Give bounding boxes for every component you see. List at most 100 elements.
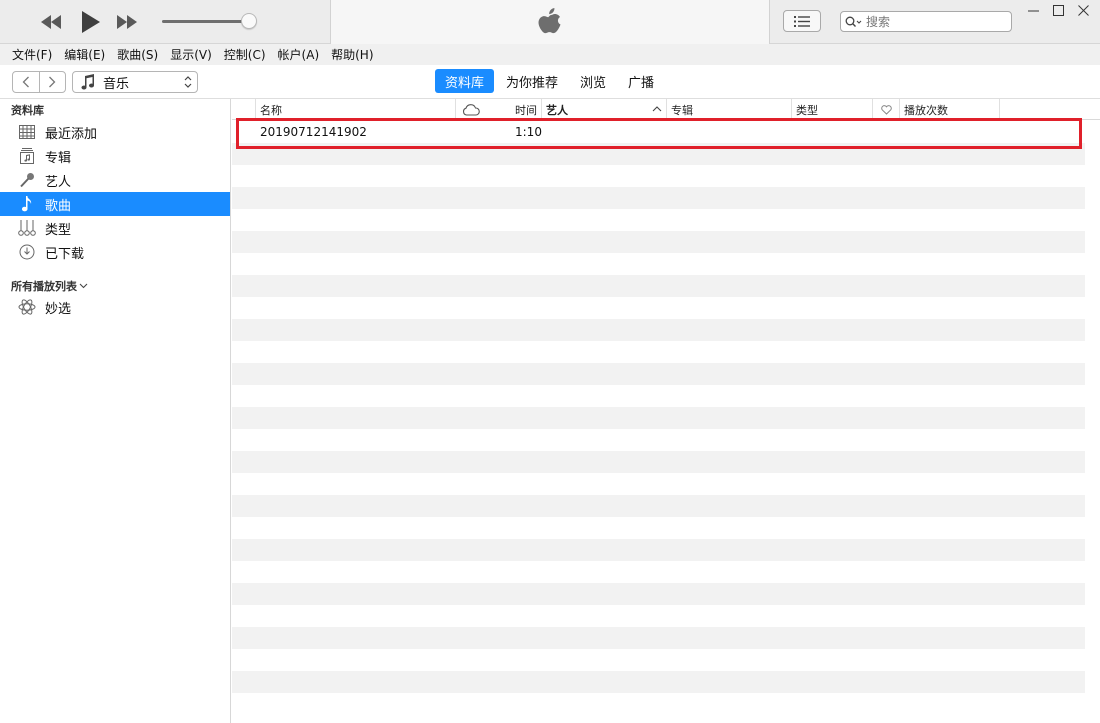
tab-browse[interactable]: 浏览: [570, 69, 616, 93]
music-note-icon: [18, 195, 36, 213]
volume-slider-knob[interactable]: [240, 13, 257, 29]
search-input[interactable]: [866, 14, 996, 29]
table-header: 名称 时间 艺人 专辑 类型 播放次数: [232, 99, 1100, 120]
search-box[interactable]: [840, 11, 1012, 32]
search-icon: [845, 16, 862, 27]
table-row-empty: [232, 253, 1085, 275]
songs-table: 名称 时间 艺人 专辑 类型 播放次数 20190712141902 1:10: [232, 99, 1100, 723]
column-header-album[interactable]: 专辑: [666, 99, 791, 120]
minimize-icon: [1027, 10, 1039, 11]
table-rows: 20190712141902 1:10: [232, 121, 1085, 715]
table-row-empty: [232, 539, 1085, 561]
navigation-bar: 音乐 资料库 为你推荐 浏览 广播: [0, 65, 1100, 99]
menu-song[interactable]: 歌曲(S): [111, 46, 164, 63]
forward-button[interactable]: [38, 72, 66, 92]
library-section-title: 资料库: [11, 104, 44, 117]
table-row-empty: [232, 297, 1085, 319]
table-row-empty: [232, 495, 1085, 517]
close-button[interactable]: [1071, 2, 1095, 18]
table-row-empty: [232, 143, 1085, 165]
sidebar-item-label: 类型: [45, 222, 72, 238]
sidebar-item-albums[interactable]: 专辑: [0, 144, 230, 168]
tab-for-you[interactable]: 为你推荐: [496, 69, 568, 93]
column-header-artist[interactable]: 艺人: [541, 99, 666, 120]
list-icon: [794, 15, 810, 27]
maximize-button[interactable]: [1046, 2, 1070, 18]
column-header-name[interactable]: 名称: [255, 99, 455, 120]
table-row-empty: [232, 605, 1085, 627]
menu-controls[interactable]: 控制(C): [218, 46, 272, 63]
table-row-empty: [232, 561, 1085, 583]
column-header-genre[interactable]: 类型: [791, 99, 872, 120]
sidebar-item-songs[interactable]: 歌曲: [0, 192, 230, 216]
chevron-down-icon: [79, 283, 88, 289]
sidebar-item-recently-added[interactable]: 最近添加: [0, 120, 230, 144]
sidebar-item-genres[interactable]: 类型: [0, 216, 230, 240]
song-time: 1:10: [515, 125, 542, 139]
sidebar-item-label: 专辑: [45, 150, 72, 166]
heart-icon: [880, 104, 892, 115]
fast-forward-icon: [117, 15, 137, 29]
chevron-left-icon: [22, 76, 29, 88]
playlists-section-title[interactable]: 所有播放列表: [11, 278, 88, 294]
menu-edit[interactable]: 编辑(E): [58, 46, 111, 63]
table-row-empty: [232, 451, 1085, 473]
table-row-empty: [232, 407, 1085, 429]
sidebar-item-label: 艺人: [45, 174, 72, 190]
now-playing-display: [330, 0, 770, 44]
table-row-empty: [232, 209, 1085, 231]
menu-view[interactable]: 显示(V): [164, 46, 218, 63]
media-type-label: 音乐: [103, 76, 130, 92]
table-row-empty: [232, 693, 1085, 715]
vertical-scrollbar[interactable]: [1085, 121, 1100, 723]
history-nav: [12, 71, 66, 93]
music-note-icon: [81, 74, 95, 90]
table-row-empty: [232, 275, 1085, 297]
sidebar-item-label: 最近添加: [45, 126, 98, 142]
rewind-button[interactable]: [38, 8, 64, 36]
column-header-time[interactable]: 时间: [485, 99, 540, 120]
microphone-icon: [18, 171, 36, 189]
menu-account[interactable]: 帐户(A): [272, 46, 326, 63]
menu-bar: 文件(F) 编辑(E) 歌曲(S) 显示(V) 控制(C) 帐户(A) 帮助(H…: [0, 44, 1100, 65]
column-header-plays[interactable]: 播放次数: [899, 99, 999, 120]
back-button[interactable]: [13, 72, 39, 92]
close-icon: [1077, 4, 1089, 16]
sidebar-item-downloaded[interactable]: 已下载: [0, 240, 230, 264]
sidebar-item-label: 歌曲: [45, 198, 72, 214]
table-row-empty: [232, 363, 1085, 385]
genius-atom-icon: [18, 298, 36, 316]
menu-file[interactable]: 文件(F): [6, 46, 58, 63]
sidebar-item-artists[interactable]: 艺人: [0, 168, 230, 192]
tab-library[interactable]: 资料库: [435, 69, 495, 93]
table-row-empty: [232, 187, 1085, 209]
table-row-empty: [232, 627, 1085, 649]
play-button[interactable]: [77, 8, 103, 36]
table-row-empty: [232, 473, 1085, 495]
table-row[interactable]: 20190712141902 1:10: [232, 121, 1085, 143]
table-row-empty: [232, 231, 1085, 253]
column-header-icloud[interactable]: [455, 99, 485, 120]
cloud-icon: [462, 103, 480, 116]
table-row-empty: [232, 583, 1085, 605]
sidebar-item-label: 已下载: [45, 246, 85, 262]
table-row-empty: [232, 385, 1085, 407]
genre-icon: [18, 219, 36, 237]
up-next-list-button[interactable]: [783, 10, 821, 32]
rewind-icon: [41, 15, 61, 29]
tab-radio[interactable]: 广播: [618, 69, 664, 93]
player-bar: [0, 0, 1100, 44]
sidebar-item-genius[interactable]: 妙选: [0, 295, 230, 319]
play-icon: [82, 11, 100, 33]
minimize-button[interactable]: [1021, 2, 1045, 18]
menu-help[interactable]: 帮助(H): [325, 46, 379, 63]
up-down-arrows-icon: [184, 76, 192, 88]
media-type-select[interactable]: 音乐: [72, 71, 198, 93]
table-row-empty: [232, 517, 1085, 539]
column-header-empty: [999, 99, 1100, 120]
album-icon: [18, 147, 36, 165]
sort-ascending-icon: [652, 106, 662, 112]
column-header-love[interactable]: [872, 99, 899, 120]
apple-logo-icon: [538, 8, 561, 34]
fast-forward-button[interactable]: [114, 8, 140, 36]
